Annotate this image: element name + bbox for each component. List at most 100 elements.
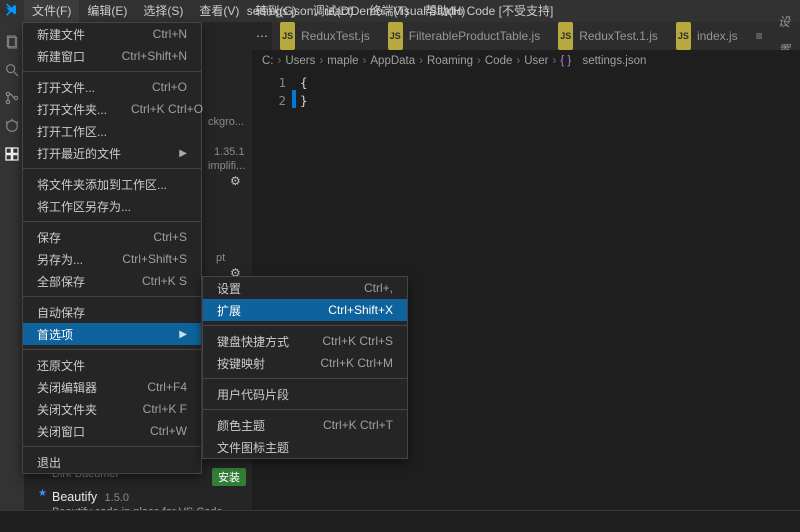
menu-row[interactable]: 颜色主题Ctrl+K Ctrl+T bbox=[203, 414, 407, 436]
submenu-arrow-icon: ▶ bbox=[179, 329, 187, 340]
menu-row-label: 自动保存 bbox=[37, 304, 85, 321]
file-menu-popup: 新建文件Ctrl+N新建窗口Ctrl+Shift+N打开文件...Ctrl+O打… bbox=[22, 22, 202, 474]
menu-shortcut: Ctrl+K S bbox=[142, 274, 187, 288]
menu-row-label: 另存为... bbox=[37, 251, 83, 268]
vscode-logo-icon bbox=[4, 3, 20, 19]
menu-row[interactable]: 关闭文件夹 Ctrl+K F bbox=[23, 398, 201, 420]
menu-row[interactable]: 保存 Ctrl+S bbox=[23, 226, 201, 248]
tab-settings[interactable]: ≡ 设置 bbox=[748, 22, 800, 50]
menu-row-label: 首选项 bbox=[37, 326, 73, 343]
menu-row[interactable]: 打开文件...Ctrl+O bbox=[23, 76, 201, 98]
menu-row[interactable]: 将工作区另存为... bbox=[23, 195, 201, 217]
tab-label: index.js bbox=[697, 22, 738, 50]
menu-row-label: 打开文件夹... bbox=[37, 101, 107, 118]
activity-search-icon[interactable] bbox=[0, 56, 24, 84]
activity-scm-icon[interactable] bbox=[0, 84, 24, 112]
menu-row[interactable]: 扩展Ctrl+Shift+X bbox=[203, 299, 407, 321]
menu-shortcut: Ctrl+F4 bbox=[147, 380, 187, 394]
menu-row[interactable]: 按键映射 Ctrl+K Ctrl+M bbox=[203, 352, 407, 374]
menu-row[interactable]: 将文件夹添加到工作区... bbox=[23, 173, 201, 195]
menu-row[interactable]: 另存为... Ctrl+Shift+S bbox=[23, 248, 201, 270]
truncated-text: pt bbox=[216, 252, 225, 264]
menu-shortcut: Ctrl+K Ctrl+M bbox=[320, 356, 393, 370]
menu-view[interactable]: 查看(V) bbox=[191, 0, 247, 22]
menu-row-label: 关闭窗口 bbox=[37, 423, 85, 440]
gear-icon[interactable]: ⚙ bbox=[230, 174, 241, 188]
more-tabs-icon[interactable]: ⋯ bbox=[252, 22, 272, 50]
crumb[interactable]: User bbox=[524, 55, 548, 67]
breadcrumb[interactable]: C:› Users› maple› AppData› Roaming› Code… bbox=[252, 50, 800, 72]
tab[interactable]: JSindex.js bbox=[668, 22, 748, 50]
menu-row-label: 打开工作区... bbox=[37, 123, 107, 140]
menu-row[interactable]: 自动保存 bbox=[23, 301, 201, 323]
menu-shortcut: Ctrl+N bbox=[153, 27, 187, 41]
menu-row[interactable]: 首选项 ▶ bbox=[23, 323, 201, 345]
crumb[interactable]: Code bbox=[485, 55, 513, 67]
menu-row[interactable]: 打开工作区... bbox=[23, 120, 201, 142]
menu-shortcut: Ctrl+Shift+S bbox=[122, 252, 187, 266]
menu-row[interactable]: 打开文件夹...Ctrl+K Ctrl+O bbox=[23, 98, 201, 120]
menu-shortcut: Ctrl+K Ctrl+S bbox=[322, 334, 393, 348]
menu-row[interactable]: 设置Ctrl+, bbox=[203, 277, 407, 299]
menu-row-label: 颜色主题 bbox=[217, 417, 265, 434]
menu-row-label: 打开最近的文件 bbox=[37, 145, 121, 162]
menu-shortcut: Ctrl+, bbox=[364, 281, 393, 295]
menu-file[interactable]: 文件(F) bbox=[24, 0, 79, 22]
menu-row-label: 键盘快捷方式 bbox=[217, 333, 289, 350]
tab-label: FilterableProductTable.js bbox=[409, 22, 540, 50]
tab[interactable]: JSReduxTest.js bbox=[272, 22, 380, 50]
menu-help[interactable]: 帮助(H) bbox=[417, 0, 474, 22]
menu-edit[interactable]: 编辑(E) bbox=[79, 0, 135, 22]
menu-row[interactable]: 键盘快捷方式 Ctrl+K Ctrl+S bbox=[203, 330, 407, 352]
menu-row[interactable]: 退出 bbox=[23, 451, 201, 473]
menu-shortcut: Ctrl+K F bbox=[143, 402, 187, 416]
menu-row[interactable]: 新建文件Ctrl+N bbox=[23, 23, 201, 45]
menu-row-label: 按键映射 bbox=[217, 355, 265, 372]
menu-go[interactable]: 转到(G) bbox=[247, 0, 304, 22]
crumb[interactable]: C: bbox=[262, 55, 274, 67]
activity-debug-icon[interactable] bbox=[0, 112, 24, 140]
js-icon: JS bbox=[676, 22, 691, 50]
truncated-text: implifi... bbox=[208, 160, 245, 172]
js-icon: JS bbox=[280, 22, 295, 50]
code-line: { bbox=[300, 74, 308, 92]
menu-row[interactable]: 文件图标主题 bbox=[203, 436, 407, 458]
menu-row[interactable]: 关闭窗口Ctrl+W bbox=[23, 420, 201, 442]
crumb[interactable]: { } settings.json bbox=[560, 55, 646, 67]
activity-explorer-icon[interactable] bbox=[0, 28, 24, 56]
extension-version: 1.5.0 bbox=[105, 492, 129, 504]
menu-selection[interactable]: 选择(S) bbox=[135, 0, 191, 22]
menu-row-label: 全部保存 bbox=[37, 273, 85, 290]
menu-row-label: 新建窗口 bbox=[37, 48, 85, 65]
menu-row[interactable]: 关闭编辑器 Ctrl+F4 bbox=[23, 376, 201, 398]
menu-row-label: 保存 bbox=[37, 229, 61, 246]
menu-shortcut: Ctrl+O bbox=[152, 80, 187, 94]
crumb[interactable]: AppData bbox=[370, 55, 415, 67]
crumb[interactable]: maple bbox=[327, 55, 358, 67]
menu-terminal[interactable]: 终端(T) bbox=[361, 0, 416, 22]
menu-row[interactable]: 打开最近的文件▶ bbox=[23, 142, 201, 164]
tab[interactable]: JSFilterableProductTable.js bbox=[380, 22, 550, 50]
menu-debug[interactable]: 调试(D) bbox=[305, 0, 362, 22]
activity-extensions-icon[interactable] bbox=[0, 140, 24, 168]
menu-row[interactable]: 新建窗口Ctrl+Shift+N bbox=[23, 45, 201, 67]
status-bar bbox=[0, 510, 800, 532]
menu-row-label: 退出 bbox=[37, 454, 61, 471]
menu-row[interactable]: 全部保存 Ctrl+K S bbox=[23, 270, 201, 292]
menu-shortcut: Ctrl+Shift+X bbox=[328, 303, 393, 317]
menu-row-label: 还原文件 bbox=[37, 357, 85, 374]
menu-row[interactable]: 用户代码片段 bbox=[203, 383, 407, 405]
crumb[interactable]: Roaming bbox=[427, 55, 473, 67]
menu-row-label: 关闭文件夹 bbox=[37, 401, 97, 418]
menu-shortcut: Ctrl+S bbox=[153, 230, 187, 244]
code-content[interactable]: { } bbox=[300, 74, 308, 110]
extension-item[interactable]: ★ Beautify 1.5.0 Beautify code in place … bbox=[24, 486, 252, 510]
preferences-submenu-popup: 设置Ctrl+,扩展Ctrl+Shift+X 键盘快捷方式 Ctrl+K Ctrl+… bbox=[202, 276, 408, 459]
menu-row[interactable]: 还原文件 bbox=[23, 354, 201, 376]
title-bar: 文件(F) 编辑(E) 选择(S) 查看(V) 转到(G) 调试(D) 终端(T… bbox=[0, 0, 800, 22]
tab[interactable]: JSReduxTest.1.js bbox=[550, 22, 668, 50]
settings-icon: ≡ bbox=[756, 22, 763, 50]
version-label: 1.35.1 bbox=[214, 146, 245, 158]
crumb[interactable]: Users bbox=[285, 55, 315, 67]
menu-row-label: 关闭编辑器 bbox=[37, 379, 97, 396]
